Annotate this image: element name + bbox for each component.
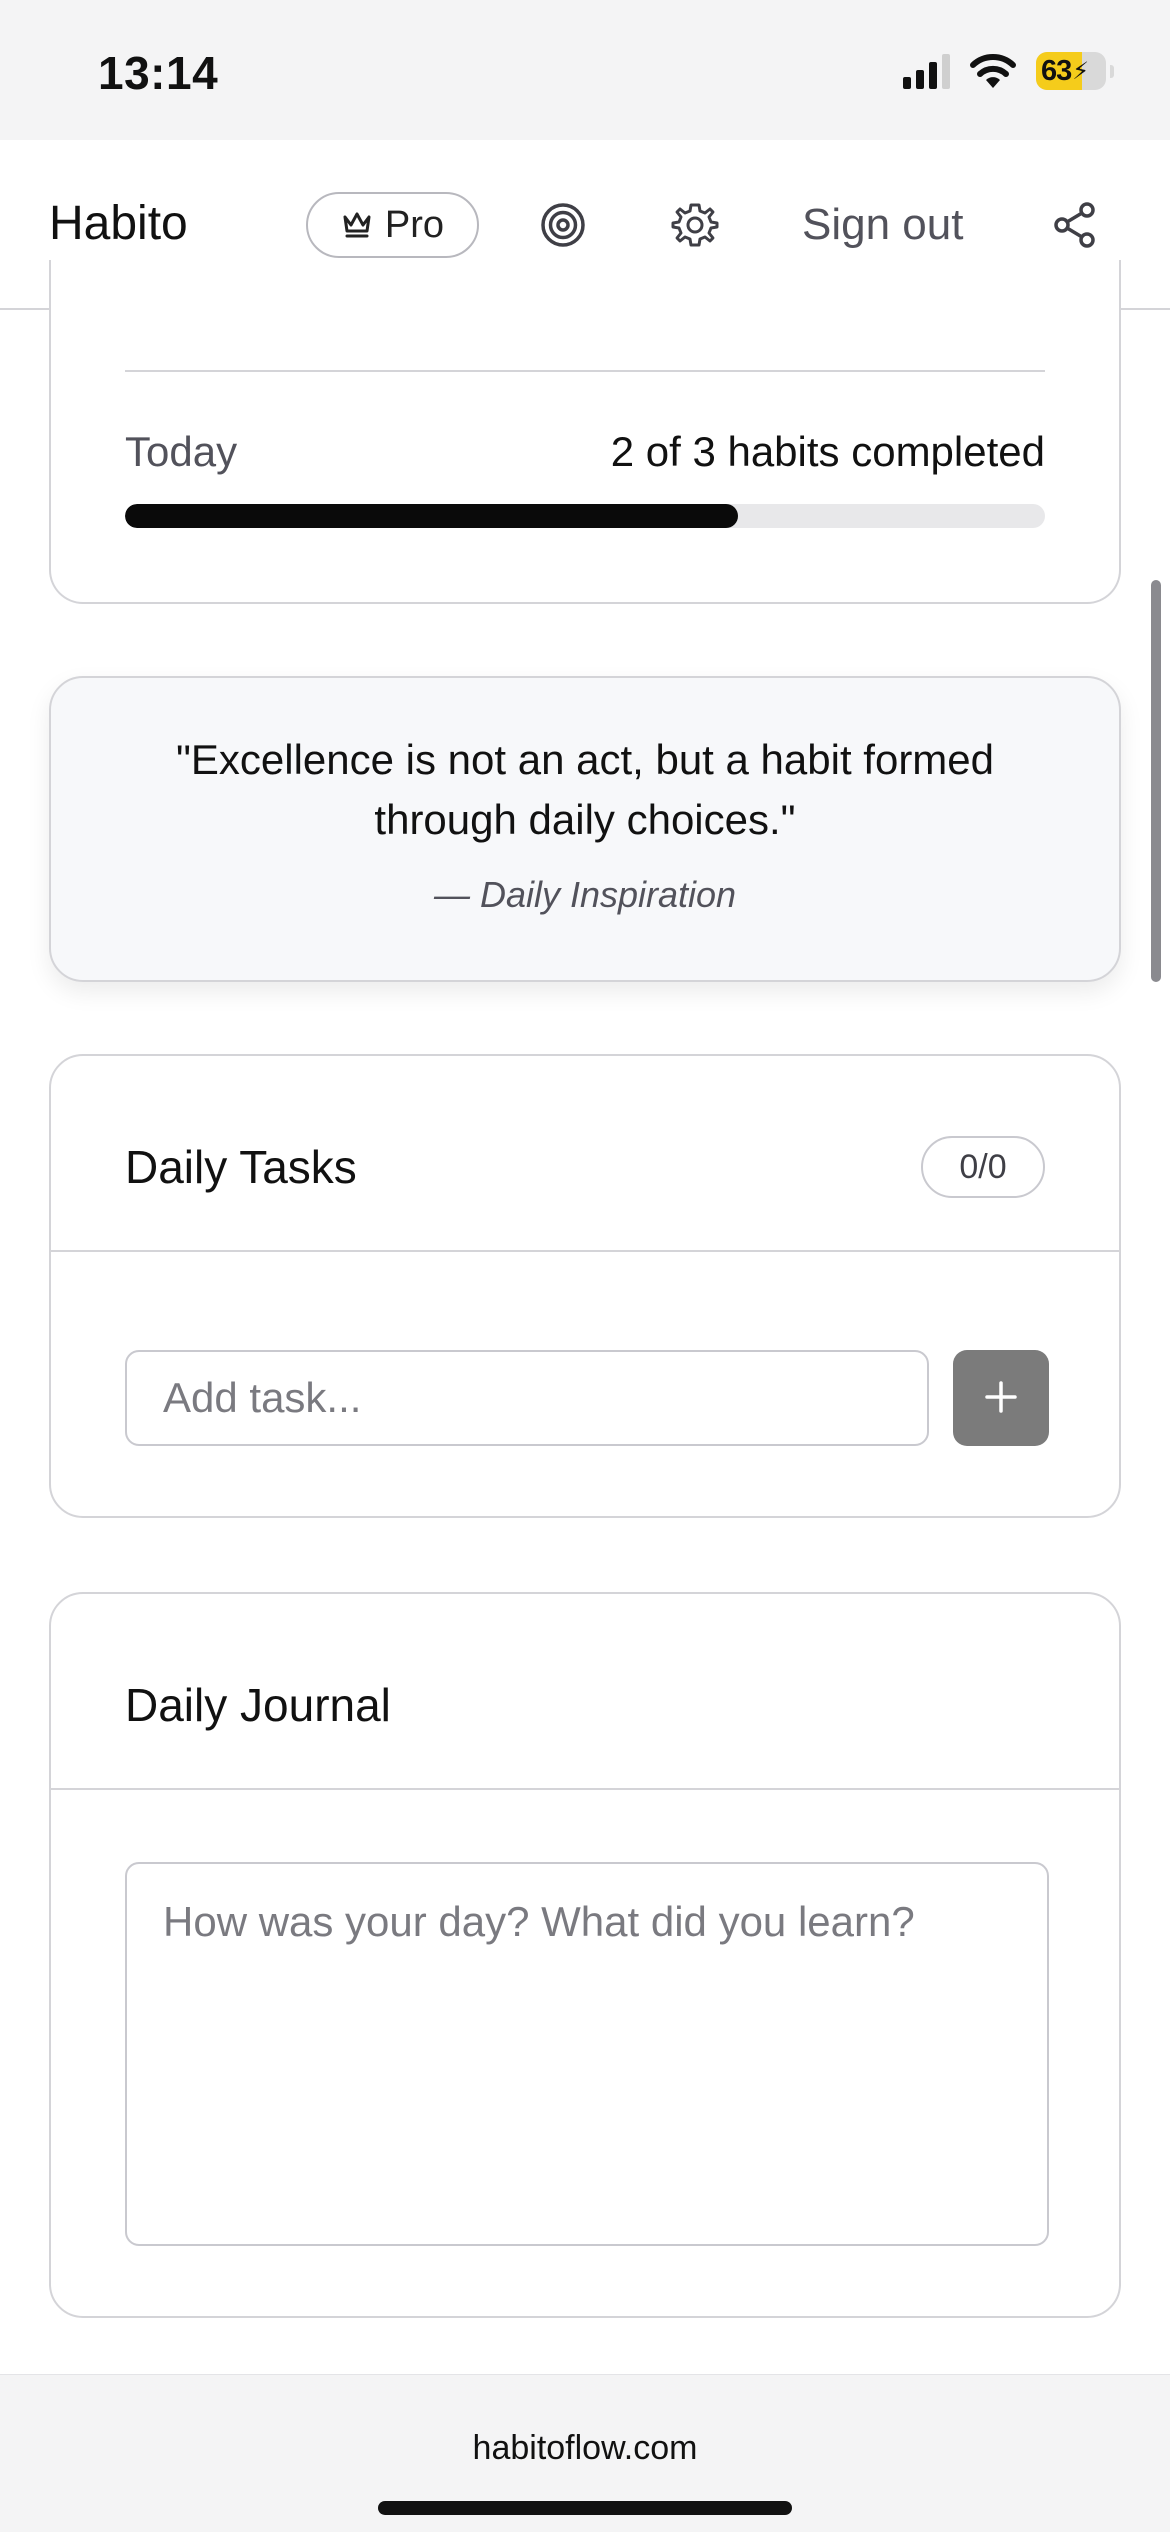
daily-tasks-title: Daily Tasks [125, 1141, 357, 1193]
habit-progress-bar [125, 504, 1045, 528]
add-task-input[interactable] [125, 1350, 929, 1446]
journal-textarea[interactable] [125, 1862, 1049, 2246]
pro-button[interactable]: Pro [306, 192, 479, 258]
gear-icon[interactable] [670, 200, 720, 250]
habit-progress-fill [125, 504, 739, 528]
today-label: Today [125, 428, 238, 475]
target-icon[interactable] [538, 200, 588, 250]
wifi-icon [968, 52, 1018, 90]
quote-card: "Excellence is not an act, but a habit f… [49, 676, 1121, 982]
crown-icon [341, 209, 373, 242]
habits-completed-status: 2 of 3 habits completed [610, 428, 1045, 475]
add-task-button[interactable] [953, 1350, 1049, 1446]
cellular-signal-icon [903, 53, 950, 89]
status-bar: 13:14 63 ⚡ [0, 0, 1170, 140]
task-count-badge: 0/0 [921, 1136, 1045, 1198]
sign-out-button[interactable]: Sign out [802, 200, 963, 250]
daily-tasks-card: Daily Tasks 0/0 [49, 1054, 1121, 1518]
page: 13:14 63 ⚡ Habito Pro Sign out Today 2 o… [0, 0, 1170, 2532]
quote-attribution: — Daily Inspiration [433, 874, 737, 915]
status-icons: 63 ⚡ [903, 52, 1114, 90]
pro-label: Pro [384, 203, 445, 246]
divider [51, 1250, 1119, 1252]
daily-journal-card: Daily Journal [49, 1592, 1121, 2318]
url-address[interactable]: habitoflow.com [0, 2429, 1170, 2468]
share-icon[interactable] [1050, 200, 1100, 250]
brand-title[interactable]: Habito [49, 196, 188, 251]
home-indicator[interactable] [378, 2501, 792, 2515]
plus-icon [983, 1379, 1019, 1418]
quote-text: "Excellence is not an act, but a habit f… [175, 736, 995, 843]
battery-level: 63 [1041, 54, 1072, 87]
progress-card: Today 2 of 3 habits completed [49, 260, 1121, 604]
battery-icon: 63 ⚡ [1036, 52, 1106, 90]
scrollbar-thumb[interactable] [1151, 580, 1161, 982]
browser-bottom-bar: habitoflow.com [0, 2374, 1170, 2532]
daily-journal-title: Daily Journal [125, 1679, 391, 1731]
status-time: 13:14 [98, 47, 219, 99]
divider [125, 370, 1045, 372]
divider [51, 1788, 1119, 1790]
